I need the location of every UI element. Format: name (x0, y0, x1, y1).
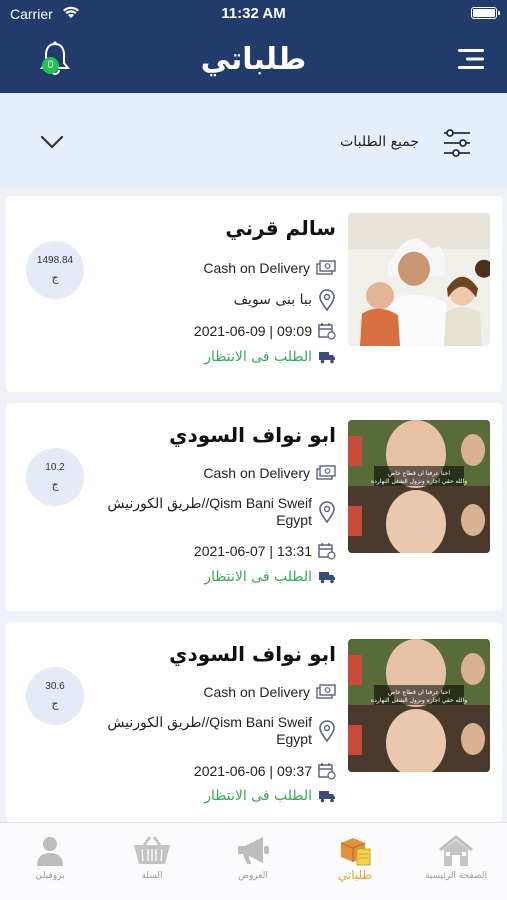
basket-icon (134, 836, 170, 864)
tab-cart-label: السلة (141, 871, 163, 881)
address-line-2: Egypt (276, 731, 312, 747)
order-datetime: 2021-06-07 | 13:31 (193, 543, 312, 559)
tab-home[interactable]: الصفحة الرئيسية (406, 823, 506, 900)
filter-sliders-icon[interactable] (441, 127, 473, 159)
location-pin-icon (319, 719, 335, 742)
location-pin-icon (319, 289, 335, 311)
tab-profile-label: بروفيلي (35, 871, 65, 881)
truck-icon (319, 791, 335, 803)
calendar-clock-icon (318, 543, 336, 560)
order-photo (348, 213, 490, 346)
page-title: طلباتي (200, 42, 307, 77)
status-row: الطلب فى الانتظار (204, 788, 336, 804)
currency-symbol: ج (51, 697, 59, 710)
tab-offers-label: العروض (238, 871, 268, 881)
order-card[interactable]: احنا عرفنا ان قطاع خاص والله حقي اجازه و… (6, 622, 502, 822)
filter-bar (0, 93, 507, 189)
location-pin-icon (319, 500, 335, 523)
menu-icon[interactable] (458, 47, 486, 71)
user-icon (37, 837, 63, 866)
truck-icon (319, 572, 335, 584)
order-amount: 10.2 (45, 462, 65, 473)
address-line-2: Egypt (276, 512, 312, 528)
payment-method: Cash on Delivery (203, 684, 310, 700)
order-status: الطلب فى الانتظار (204, 569, 312, 585)
datetime-row: 2021-06-09 | 09:09 (194, 322, 336, 340)
svg-text:احنا عرفنا ان قطاع خاص: احنا عرفنا ان قطاع خاص (388, 470, 450, 477)
order-address: طريق الكورنيش//Qism Bani Sweif Egypt (107, 714, 312, 747)
address-row: طريق الكورنيش//Qism Bani Sweif Egypt (107, 714, 336, 747)
calendar-clock-icon (318, 323, 336, 340)
price-badge: 30.6 ج (26, 667, 84, 725)
status-row: الطلب فى الانتظار (204, 349, 336, 365)
status-bar: Carrier 11:32 AM (0, 0, 507, 28)
order-card[interactable]: احنا عرفنا ان قطاع خاص والله حقي اجازه و… (6, 403, 502, 611)
price-badge: 1498.84 ج (26, 241, 84, 299)
address-line-1: طريق الكورنيش//Qism Bani Sweif (107, 495, 312, 511)
filter-label[interactable]: جميع الطلبات (340, 134, 419, 150)
currency-symbol: ج (51, 271, 59, 284)
payment-row: Cash on Delivery (203, 464, 336, 482)
bottom-tab-bar: بروفيلي السلة العروض طلباتي الصفحة الرئي… (0, 822, 507, 900)
tab-profile[interactable]: بروفيلي (0, 823, 100, 900)
currency-symbol: ج (51, 478, 59, 491)
order-photo: احنا عرفنا ان قطاع خاص والله حقي اجازه و… (348, 639, 490, 772)
order-address: طريق الكورنيش//Qism Bani Sweif Egypt (107, 495, 312, 528)
cash-icon (316, 465, 336, 480)
tab-orders[interactable]: طلباتي (305, 823, 405, 900)
payment-method: Cash on Delivery (203, 465, 310, 481)
tab-cart[interactable]: السلة (102, 823, 202, 900)
svg-text:والله حقي اجازه ونزول الشغل ال: والله حقي اجازه ونزول الشغل النهارده (371, 478, 467, 485)
order-status: الطلب فى الانتظار (204, 788, 312, 804)
megaphone-icon (238, 837, 269, 864)
status-row: الطلب فى الانتظار (204, 569, 336, 585)
payment-row: Cash on Delivery (203, 259, 336, 277)
tab-home-label: الصفحة الرئيسية (424, 871, 488, 881)
order-status: الطلب فى الانتظار (204, 349, 312, 365)
price-badge: 10.2 ج (26, 448, 84, 506)
address-line-1: طريق الكورنيش//Qism Bani Sweif (107, 714, 312, 730)
app-header: Carrier 11:32 AM 0 طلباتي (0, 0, 507, 93)
order-amount: 1498.84 (36, 255, 74, 266)
order-datetime: 2021-06-06 | 09:37 (193, 763, 312, 779)
order-amount: 30.6 (45, 681, 65, 692)
customer-name: ابو نواف السودي (169, 642, 336, 666)
tab-offers[interactable]: العروض (203, 823, 303, 900)
order-address: ببا بنى سويف (233, 292, 312, 308)
clock: 11:32 AM (221, 5, 286, 22)
battery-icon (471, 7, 500, 19)
datetime-row: 2021-06-07 | 13:31 (194, 542, 336, 560)
svg-text:والله حقي اجازه ونزول الشغل ال: والله حقي اجازه ونزول الشغل النهارده (371, 697, 467, 704)
order-photo: احنا عرفنا ان قطاع خاص والله حقي اجازه و… (348, 420, 490, 553)
order-card[interactable]: سالم قرني Cash on Delivery ببا بنى سويف … (6, 196, 502, 392)
payment-method: Cash on Delivery (203, 260, 310, 276)
chevron-down-icon[interactable] (38, 133, 66, 151)
cash-icon (316, 260, 336, 275)
address-row: طريق الكورنيش//Qism Bani Sweif Egypt (107, 495, 336, 528)
customer-name: سالم قرني (225, 216, 336, 240)
order-datetime: 2021-06-09 | 09:09 (193, 323, 312, 339)
address-row: ببا بنى سويف (234, 289, 336, 311)
customer-name: ابو نواف السودي (169, 423, 336, 447)
truck-icon (319, 352, 335, 364)
home-icon (439, 835, 473, 866)
calendar-clock-icon (318, 763, 336, 780)
cash-icon (316, 684, 336, 699)
tab-orders-label: طلباتي (337, 868, 373, 882)
datetime-row: 2021-06-06 | 09:37 (194, 762, 336, 780)
svg-text:احنا عرفنا ان قطاع خاص: احنا عرفنا ان قطاع خاص (388, 689, 450, 696)
boxes-icon (340, 838, 371, 866)
payment-row: Cash on Delivery (203, 683, 336, 701)
